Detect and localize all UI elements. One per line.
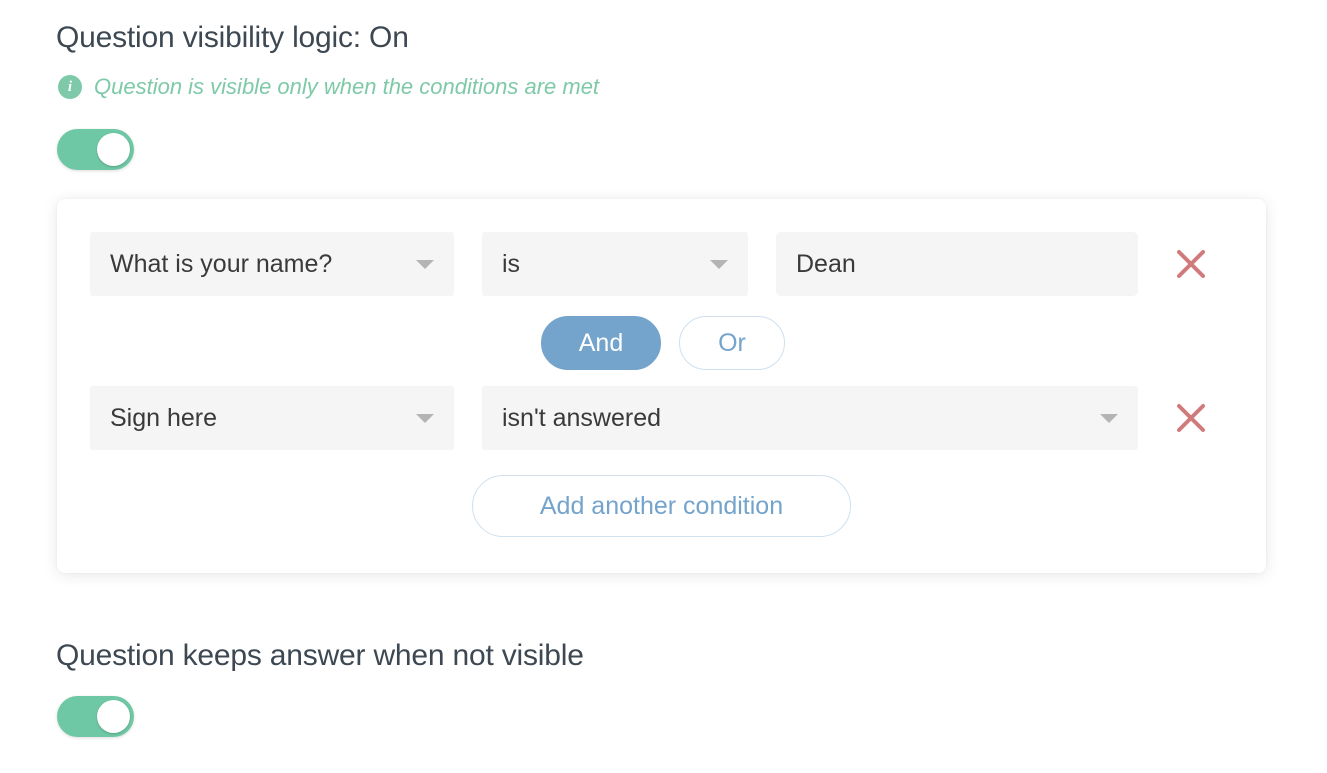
conditions-card: What is your name? is Dean And Or Sign h… xyxy=(57,199,1266,573)
condition-question-value: Sign here xyxy=(110,403,218,432)
condition-operator-value: is xyxy=(502,249,521,278)
info-icon: i xyxy=(58,75,82,99)
condition-value-input[interactable]: Dean xyxy=(776,232,1138,296)
chevron-down-icon xyxy=(416,414,434,423)
close-icon xyxy=(1177,250,1205,278)
logic-operator-or-button[interactable]: Or xyxy=(679,316,785,370)
condition-operator-select[interactable]: is xyxy=(482,232,748,296)
condition-row: What is your name? is Dean xyxy=(90,232,1219,296)
visibility-hint: i Question is visible only when the cond… xyxy=(58,74,599,100)
visibility-logic-toggle[interactable] xyxy=(57,129,134,170)
page-title: Question visibility logic: On xyxy=(56,21,409,54)
condition-operator-select[interactable]: isn't answered xyxy=(482,386,1138,450)
toggle-knob xyxy=(97,700,130,733)
chevron-down-icon xyxy=(710,260,728,269)
condition-question-select[interactable]: Sign here xyxy=(90,386,454,450)
visibility-hint-text: Question is visible only when the condit… xyxy=(94,74,600,99)
condition-question-select[interactable]: What is your name? xyxy=(90,232,454,296)
info-icon-glyph: i xyxy=(67,78,73,95)
chevron-down-icon xyxy=(1100,414,1118,423)
condition-question-value: What is your name? xyxy=(110,249,333,278)
logic-operator-group: And Or xyxy=(541,316,785,370)
remove-condition-button[interactable] xyxy=(1163,390,1219,446)
chevron-down-icon xyxy=(416,260,434,269)
add-another-condition-button[interactable]: Add another condition xyxy=(472,475,851,537)
remove-condition-button[interactable] xyxy=(1163,236,1219,292)
logic-operator-and-button[interactable]: And xyxy=(541,316,661,370)
keep-answer-toggle[interactable] xyxy=(57,696,134,737)
toggle-knob xyxy=(97,133,130,166)
condition-row: Sign here isn't answered xyxy=(90,386,1219,450)
condition-operator-value: isn't answered xyxy=(502,403,662,432)
question-logic-settings-page: Question visibility logic: On i Question… xyxy=(0,0,1327,773)
close-icon xyxy=(1177,404,1205,432)
condition-value-text: Dean xyxy=(796,249,856,278)
keep-answer-title: Question keeps answer when not visible xyxy=(56,639,584,672)
